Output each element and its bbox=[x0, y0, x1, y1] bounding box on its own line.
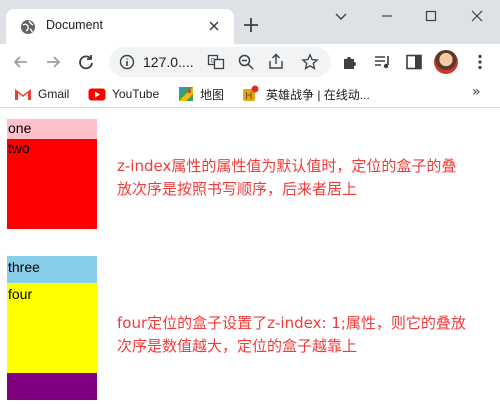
tab-title: Document bbox=[46, 18, 103, 32]
bookmarks-bar: Gmail YouTube 地图 H 英雄战争 | 在线动... » bbox=[0, 80, 500, 108]
bookmark-youtube[interactable]: YouTube bbox=[88, 85, 159, 103]
game-icon: H bbox=[243, 85, 259, 102]
youtube-icon bbox=[88, 88, 106, 100]
box-three: three bbox=[7, 256, 97, 283]
description-1-line-1: z-index属性的属性值为默认值时，定位的盒子的叠 bbox=[117, 157, 457, 175]
menu-icon[interactable] bbox=[470, 52, 490, 72]
bookmark-gmail[interactable]: Gmail bbox=[14, 85, 69, 103]
svg-text:H: H bbox=[245, 91, 253, 102]
box-purple bbox=[7, 373, 97, 400]
side-panel-icon[interactable] bbox=[404, 52, 424, 72]
box-four: four bbox=[7, 283, 97, 373]
bookmark-label: YouTube bbox=[112, 87, 160, 101]
tab-strip: Document bbox=[0, 0, 500, 44]
page-content: one two z-index属性的属性值为默认值时，定位的盒子的叠 放次序是按… bbox=[0, 109, 500, 404]
extensions-icon[interactable] bbox=[340, 52, 360, 72]
globe-icon bbox=[21, 20, 35, 34]
bookmark-game[interactable]: H 英雄战争 | 在线动... bbox=[242, 85, 370, 103]
gmail-icon bbox=[15, 89, 31, 100]
window-close-icon[interactable] bbox=[466, 6, 488, 26]
avatar[interactable] bbox=[434, 50, 458, 74]
minimize-icon[interactable] bbox=[376, 6, 398, 26]
description-1-line-2: 放次序是按照书写顺序，后来者居上 bbox=[117, 180, 358, 198]
new-tab-icon[interactable] bbox=[242, 16, 260, 34]
bookmark-star-icon[interactable] bbox=[301, 53, 319, 71]
tab-document[interactable]: Document bbox=[6, 9, 234, 44]
bookmark-label: Gmail bbox=[38, 87, 70, 101]
chevron-down-icon[interactable] bbox=[330, 6, 352, 26]
media-icon[interactable] bbox=[372, 52, 392, 72]
bookmark-label: 英雄战争 | 在线动... bbox=[266, 87, 370, 102]
description-2-line-1: four定位的盒子设置了z-index: 1;属性，则它的叠放 bbox=[117, 314, 466, 332]
maps-icon bbox=[179, 87, 193, 101]
more-bookmarks-icon[interactable]: » bbox=[472, 84, 481, 100]
maximize-icon[interactable] bbox=[420, 6, 442, 26]
address-bar[interactable]: 127.0.... G bbox=[109, 47, 331, 77]
share-icon[interactable] bbox=[267, 53, 285, 71]
back-icon[interactable] bbox=[11, 52, 31, 72]
bookmark-label: 地图 bbox=[200, 87, 225, 102]
box-one: one bbox=[7, 119, 97, 139]
browser-window: Document 127.0.... G Gmail YouTube 地图 H … bbox=[0, 0, 500, 404]
box-two: two bbox=[7, 139, 97, 229]
address-text: 127.0.... bbox=[143, 54, 194, 70]
svg-text:G: G bbox=[211, 58, 216, 65]
forward-icon[interactable] bbox=[43, 52, 63, 72]
close-icon[interactable] bbox=[206, 18, 222, 34]
info-icon[interactable] bbox=[119, 54, 135, 70]
translate-icon[interactable]: G bbox=[207, 53, 225, 71]
reload-icon[interactable] bbox=[76, 52, 96, 72]
description-2-line-2: 次序是数值越大，定位的盒子越靠上 bbox=[117, 337, 358, 355]
zoom-icon[interactable] bbox=[237, 53, 255, 71]
bookmark-maps[interactable]: 地图 bbox=[178, 85, 224, 103]
toolbar: 127.0.... G bbox=[0, 44, 500, 80]
